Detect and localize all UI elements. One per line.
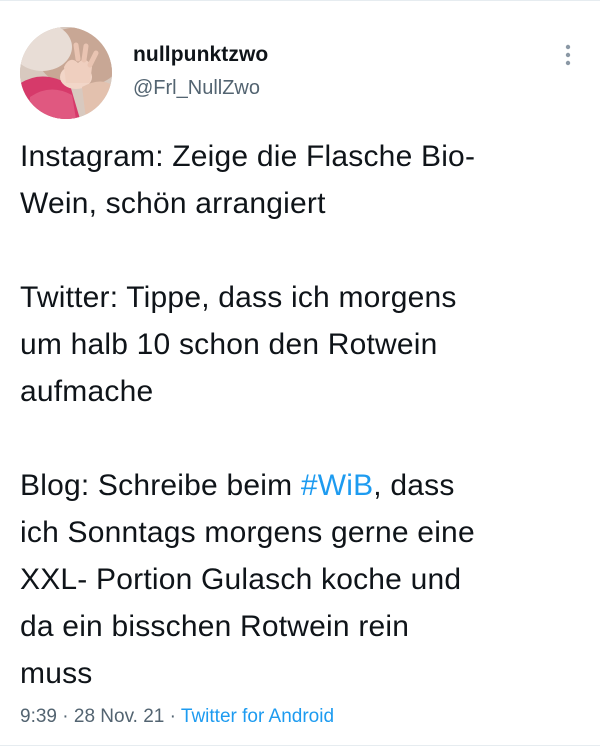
user-info: nullpunktzwo @Frl_NullZwo: [133, 42, 268, 100]
meta-separator: ·: [56, 706, 74, 727]
tweet-date[interactable]: 28 Nov. 21: [74, 706, 164, 727]
tweet-card: nullpunktzwo @Frl_NullZwo Instagram: Zei…: [0, 0, 600, 755]
avatar-image: [20, 27, 112, 119]
tweet-time[interactable]: 9:39: [20, 706, 57, 727]
avatar[interactable]: [20, 27, 112, 119]
user-handle[interactable]: @Frl_NullZwo: [133, 76, 268, 100]
tweet-source-link[interactable]: Twitter for Android: [181, 706, 334, 727]
more-options-button[interactable]: [556, 42, 580, 68]
blog-text-before: Blog: Schreibe beim: [20, 469, 301, 502]
tweet-paragraph-twitter: Twitter: Tippe, dass ich morgens um halb…: [20, 281, 457, 408]
display-name[interactable]: nullpunktzwo: [133, 42, 268, 68]
tweet-metadata: 9:39 · 28 Nov. 21 · Twitter for Android: [20, 705, 334, 729]
blog-text-after: , dass ich Sonntags morgens gerne eine X…: [20, 469, 475, 690]
more-vertical-icon: [565, 44, 571, 66]
tweet-paragraph-blog: Blog: Schreibe beim #WiB, dass ich Sonnt…: [20, 462, 585, 697]
tweet-text: Instagram: Zeige die Flasche Bio- Wein, …: [20, 133, 585, 697]
bottom-divider: [0, 745, 600, 746]
tweet-paragraph-instagram: Instagram: Zeige die Flasche Bio- Wein, …: [20, 140, 476, 220]
hashtag-link[interactable]: #WiB: [301, 469, 373, 502]
meta-separator: ·: [164, 706, 181, 727]
top-divider: [0, 0, 600, 1]
